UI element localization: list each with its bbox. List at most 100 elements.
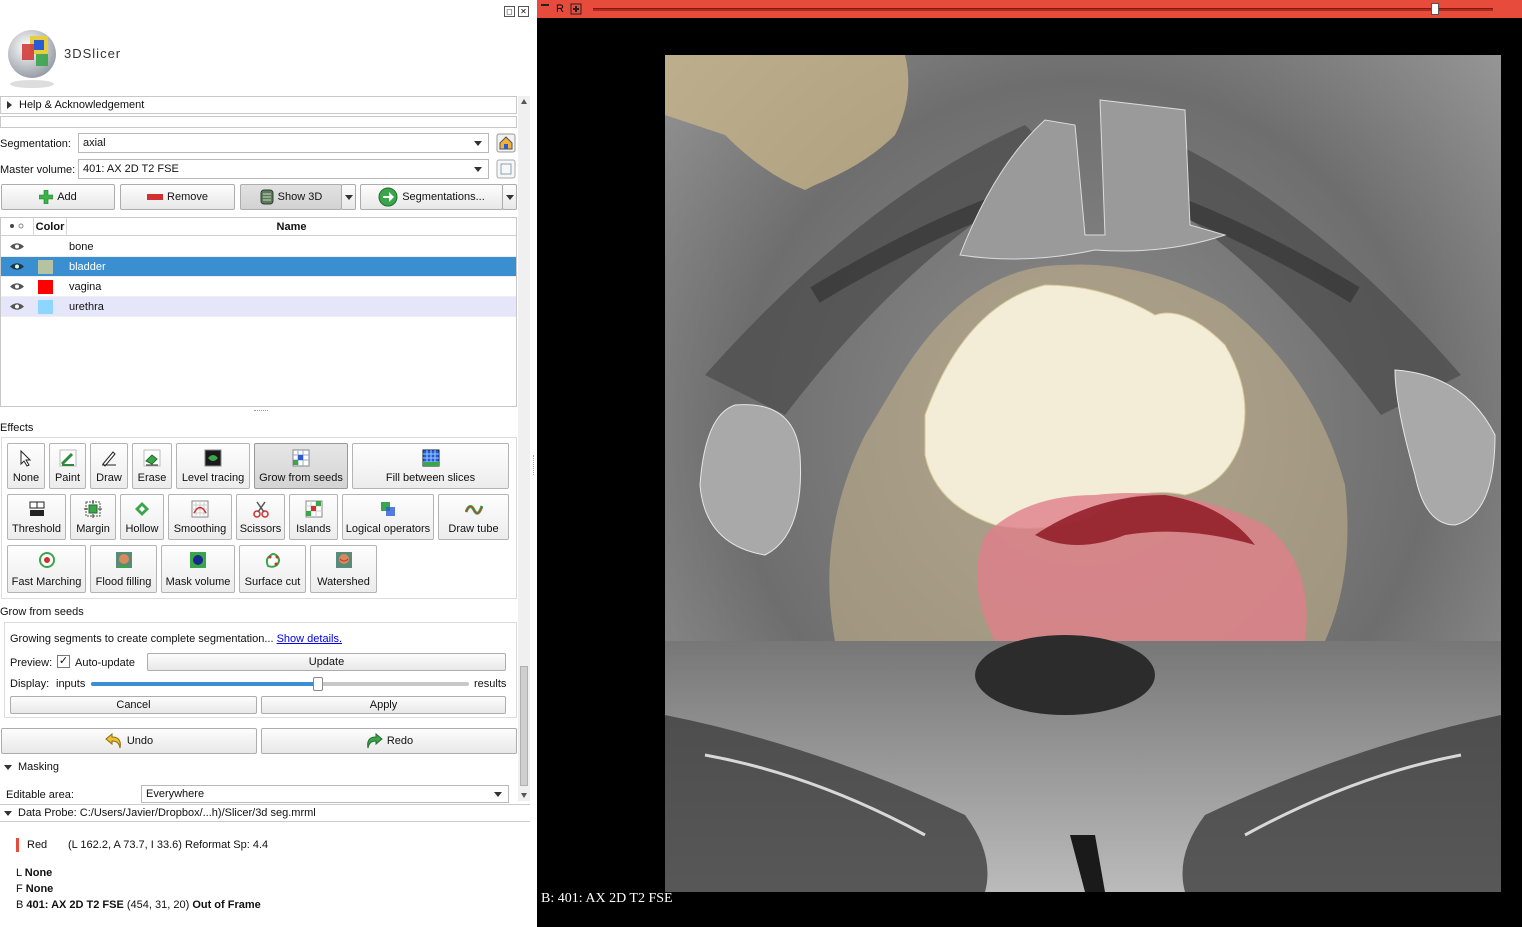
effect-logical-operators-button[interactable]: Logical operators: [342, 494, 434, 540]
redo-button[interactable]: Redo: [261, 728, 517, 754]
slice-offset-handle[interactable]: [1431, 3, 1439, 15]
mri-slice-image[interactable]: [665, 55, 1501, 892]
effect-fast-marching-button[interactable]: Fast Marching: [7, 545, 86, 593]
effect-smoothing-button[interactable]: Smoothing: [168, 494, 232, 540]
effect-flood-filling-button[interactable]: Flood filling: [90, 545, 157, 593]
segmentation-selector[interactable]: axial: [78, 133, 489, 153]
volume-options-icon[interactable]: [496, 159, 516, 179]
splitter-handle[interactable]: [254, 410, 268, 413]
display-slider-fill: [91, 682, 318, 686]
effect-label: Flood filling: [95, 576, 152, 588]
undo-button[interactable]: Undo: [1, 728, 257, 754]
arrow-cursor-icon: [20, 449, 32, 467]
segment-editor-panel: ◻ ✕ 3DSlicer Help & Acknowledgement Segm…: [0, 0, 532, 927]
effect-paint-button[interactable]: Paint: [49, 443, 86, 489]
table-row[interactable]: bladder: [1, 257, 516, 277]
effect-margin-button[interactable]: Margin: [70, 494, 116, 540]
eye-icon[interactable]: [10, 242, 24, 251]
show-details-link[interactable]: Show details.: [277, 633, 342, 645]
effect-label: Logical operators: [345, 523, 431, 535]
eye-icon[interactable]: [10, 302, 24, 311]
fast-marching-icon: [38, 552, 55, 568]
show-3d-button[interactable]: Show 3D: [240, 184, 342, 210]
scroll-up-arrow-icon[interactable]: [521, 99, 527, 104]
color-column-header[interactable]: Color: [34, 218, 67, 236]
masking-header[interactable]: Masking: [0, 759, 517, 777]
effect-label: Draw tube: [448, 523, 499, 535]
effect-none-button[interactable]: None: [7, 443, 45, 489]
table-row[interactable]: urethra: [1, 297, 516, 317]
add-label: Add: [57, 191, 77, 203]
segmentations-dropdown[interactable]: [502, 184, 517, 210]
float-window-button[interactable]: ◻: [504, 6, 515, 17]
effect-threshold-button[interactable]: Threshold: [7, 494, 66, 540]
effect-label: Fast Marching: [11, 576, 82, 588]
eye-icon[interactable]: [10, 262, 24, 271]
expand-arrow-icon: [7, 101, 12, 109]
effect-level-tracing-button[interactable]: Level tracing: [176, 443, 250, 489]
segmentations-module-button[interactable]: Segmentations...: [360, 184, 503, 210]
plus-icon: [39, 190, 54, 205]
editable-area-selector[interactable]: Everywhere: [141, 785, 509, 803]
arrow-right-circle-icon: [378, 187, 398, 207]
effect-scissors-button[interactable]: Scissors: [236, 494, 285, 540]
slice-offset-slider[interactable]: [593, 8, 1493, 11]
effect-grow-from-seeds-button[interactable]: Grow from seeds: [254, 443, 348, 489]
scrollbar-thumb[interactable]: [520, 666, 528, 786]
effect-fill-between-slices-button[interactable]: Fill between slices: [352, 443, 509, 489]
effect-label: Islands: [296, 523, 331, 535]
visibility-column-header[interactable]: [1, 218, 34, 236]
apply-button[interactable]: Apply: [261, 696, 506, 714]
effect-islands-button[interactable]: Islands: [289, 494, 338, 540]
segmentation-history-icon[interactable]: [496, 133, 516, 153]
effect-erase-button[interactable]: Erase: [132, 443, 172, 489]
segment-color-swatch[interactable]: [38, 280, 53, 294]
main-splitter-handle[interactable]: [533, 455, 536, 475]
red-slice-viewer[interactable]: R B: 401: AX 2D T2 FSE: [537, 0, 1522, 927]
panel-scrollbar[interactable]: [518, 96, 530, 801]
segmentation-value: axial: [83, 137, 106, 149]
auto-update-checkbox[interactable]: ✓: [57, 655, 70, 668]
cancel-button[interactable]: Cancel: [10, 696, 257, 714]
add-segment-button[interactable]: Add: [1, 184, 115, 210]
update-button[interactable]: Update: [147, 653, 506, 671]
probe-view-name: Red: [27, 839, 48, 851]
show-3d-dropdown[interactable]: [341, 184, 356, 210]
effect-surface-cut-button[interactable]: Surface cut: [239, 545, 306, 593]
segment-name[interactable]: urethra: [69, 300, 104, 314]
help-acknowledgement-header[interactable]: Help & Acknowledgement: [0, 96, 517, 114]
probe-reformat-spacing: Reformat Sp: 4.4: [185, 839, 269, 851]
segment-color-swatch[interactable]: [38, 260, 53, 274]
name-column-header[interactable]: Name: [67, 218, 516, 236]
segment-name[interactable]: bone: [69, 240, 93, 254]
effect-label: Fill between slices: [385, 472, 476, 484]
display-slider-handle[interactable]: [313, 677, 323, 691]
table-row[interactable]: vagina: [1, 277, 516, 297]
effect-hollow-button[interactable]: Hollow: [120, 494, 164, 540]
logical-operators-icon: [381, 502, 395, 516]
segment-color-swatch[interactable]: [38, 300, 53, 314]
close-window-button[interactable]: ✕: [518, 6, 529, 17]
effect-watershed-button[interactable]: Watershed: [310, 545, 377, 593]
eye-icon[interactable]: [10, 282, 24, 291]
master-volume-selector[interactable]: 401: AX 2D T2 FSE: [78, 159, 489, 179]
segment-name[interactable]: vagina: [69, 280, 101, 294]
data-probe-header[interactable]: Data Probe: C:/Users/Javier/Dropbox/...h…: [0, 804, 530, 822]
link-view-icon[interactable]: [570, 3, 582, 15]
watershed-icon: [335, 552, 352, 568]
effect-label: Threshold: [12, 523, 61, 535]
scroll-down-arrow-icon[interactable]: [521, 793, 527, 798]
effect-draw-tube-button[interactable]: Draw tube: [438, 494, 509, 540]
segment-name[interactable]: bladder: [69, 260, 106, 274]
table-row[interactable]: bone: [1, 237, 516, 257]
display-slider[interactable]: [91, 677, 469, 691]
segment-color-swatch[interactable]: [38, 240, 53, 254]
effect-draw-button[interactable]: Draw: [90, 443, 128, 489]
undo-arrow-icon: [105, 733, 121, 749]
remove-segment-button[interactable]: Remove: [120, 184, 235, 210]
grow-description-text: Growing segments to create complete segm…: [10, 633, 274, 645]
segments-table[interactable]: Color Name bone bladder vagina urethra: [0, 217, 517, 407]
effect-mask-volume-button[interactable]: Mask volume: [161, 545, 235, 593]
chevron-down-icon: [345, 195, 353, 200]
pin-icon[interactable]: [541, 4, 549, 6]
